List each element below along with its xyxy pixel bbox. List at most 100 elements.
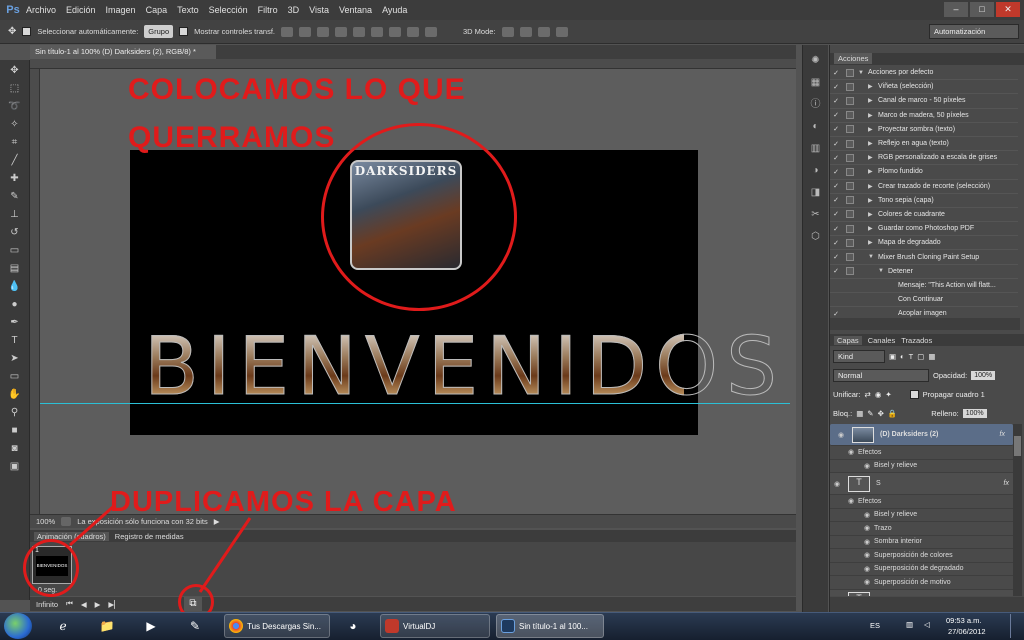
group-select[interactable]: Grupo bbox=[144, 25, 174, 38]
effects-row[interactable]: ◉ Efectos bbox=[830, 495, 1013, 509]
lock-paint-icon[interactable]: ✎ bbox=[867, 409, 873, 418]
action-item[interactable]: Mensaje: "This Action will flatt... bbox=[830, 279, 1018, 293]
taskbar-chrome[interactable]: Tus Descargas Sin... bbox=[224, 614, 330, 638]
magic-wand-icon[interactable]: ✧ bbox=[4, 118, 26, 132]
effect-row[interactable]: ◉ Sombra interior bbox=[830, 536, 1013, 549]
menu-3d[interactable]: 3D bbox=[288, 5, 300, 15]
tab-measurement[interactable]: Registro de medidas bbox=[115, 532, 184, 541]
eye-icon[interactable]: ◉ bbox=[844, 448, 858, 456]
action-item[interactable]: ✓ ▶ Crear trazado de recorte (selección) bbox=[830, 180, 1018, 194]
lock-all-icon[interactable]: 🔒 bbox=[888, 409, 897, 418]
action-item[interactable]: ✓ ▶ Canal de marco - 50 píxeles bbox=[830, 94, 1018, 109]
minimize-button[interactable]: – bbox=[944, 2, 968, 17]
hand-icon[interactable]: ✋ bbox=[4, 388, 26, 402]
effect-row[interactable]: ◉ Bisel y relieve bbox=[830, 460, 1013, 473]
network-icon[interactable]: ▥ bbox=[906, 620, 913, 629]
menu-ayuda[interactable]: Ayuda bbox=[382, 5, 407, 15]
eye-icon[interactable]: ◉ bbox=[860, 551, 874, 559]
quick-mask-icon[interactable]: ◙ bbox=[4, 442, 26, 456]
info-panel-icon[interactable]: ⓘ bbox=[809, 99, 823, 111]
eye-icon[interactable]: ◉ bbox=[834, 431, 848, 439]
eye-icon[interactable]: ◉ bbox=[860, 578, 874, 586]
paint-icon[interactable]: ✎ bbox=[180, 615, 210, 637]
color-swatch-icon[interactable]: ■ bbox=[4, 424, 26, 438]
layer-row[interactable]: ◉ (D) Darksiders (2) fx bbox=[830, 424, 1013, 446]
propagate-checkbox[interactable] bbox=[909, 390, 919, 399]
action-item[interactable]: ✓ ▶ Marco de madera, 50 píxeles bbox=[830, 109, 1018, 123]
marquee-icon[interactable]: ⬚ bbox=[4, 82, 26, 96]
unify-position-icon[interactable]: ⇄ bbox=[865, 390, 871, 399]
effects-row[interactable]: ◉ Efectos bbox=[830, 446, 1013, 460]
prev-frame-icon[interactable]: ◀ bbox=[81, 600, 87, 609]
align-middle-icon[interactable] bbox=[299, 26, 311, 37]
scrollbar-thumb[interactable] bbox=[1014, 436, 1021, 456]
shape-icon[interactable]: ▭ bbox=[4, 370, 26, 384]
distribute-3-icon[interactable] bbox=[425, 26, 437, 37]
next-frame-icon[interactable]: ▶▏ bbox=[108, 600, 120, 609]
stamp-icon[interactable]: ⊥ bbox=[4, 208, 26, 222]
crop-icon[interactable]: ⌗ bbox=[4, 136, 26, 150]
gradient-icon[interactable]: ▤ bbox=[4, 262, 26, 276]
menu-ventana[interactable]: Ventana bbox=[339, 5, 372, 15]
info-icon[interactable] bbox=[61, 517, 72, 526]
effect-row[interactable]: ◉ Trazo bbox=[830, 522, 1013, 536]
align-bottom-icon[interactable] bbox=[317, 26, 329, 37]
folder-icon[interactable]: 📁 bbox=[92, 615, 122, 637]
action-item[interactable]: ✓ ▶ Colores de cuadrante bbox=[830, 208, 1018, 223]
tools-preset-icon[interactable]: ✂ bbox=[809, 209, 823, 221]
show-desktop-button[interactable] bbox=[1010, 614, 1022, 638]
roll-3d-icon[interactable] bbox=[519, 26, 532, 37]
auto-select-checkbox[interactable] bbox=[22, 27, 32, 36]
effect-row[interactable]: ◉ Superposición de colores bbox=[830, 549, 1013, 563]
fx-icon[interactable]: fx bbox=[1000, 431, 1005, 438]
vertical-ruler[interactable] bbox=[30, 69, 40, 514]
tab-channels[interactable]: Canales bbox=[868, 336, 896, 345]
menu-texto[interactable]: Texto bbox=[177, 5, 199, 15]
cube-icon[interactable]: ⬡ bbox=[809, 231, 823, 243]
menu-seleccion[interactable]: Selección bbox=[209, 5, 248, 15]
menu-edicion[interactable]: Edición bbox=[66, 5, 96, 15]
adjustments-icon[interactable]: ◨ bbox=[809, 187, 823, 199]
action-item[interactable]: ✓ ▶ Plomo fundido bbox=[830, 165, 1018, 180]
histogram-icon[interactable]: ▦ bbox=[809, 77, 823, 89]
menu-archivo[interactable]: Archivo bbox=[26, 5, 56, 15]
tab-actions[interactable]: Acciones bbox=[834, 53, 873, 64]
action-item[interactable]: ✓ ▶ RGB personalizado a escala de grises bbox=[830, 151, 1018, 166]
play-icon[interactable]: ▶ bbox=[95, 600, 101, 609]
zoom-icon[interactable]: ⚲ bbox=[4, 406, 26, 420]
menu-imagen[interactable]: Imagen bbox=[106, 5, 136, 15]
action-item[interactable]: ✓ ▶ Viñeta (selección) bbox=[830, 80, 1018, 95]
screen-mode-icon[interactable]: ▣ bbox=[4, 460, 26, 474]
distribute-2-icon[interactable] bbox=[407, 26, 419, 37]
type-icon[interactable]: T bbox=[4, 334, 26, 348]
tab-paths[interactable]: Trazados bbox=[901, 336, 932, 345]
eye-icon[interactable]: ◉ bbox=[860, 462, 874, 470]
opacity-input[interactable]: 100% bbox=[971, 371, 996, 380]
bienvenidos-text-layer[interactable]: BIENVENIDOS bbox=[144, 320, 778, 414]
eye-icon[interactable]: ◉ bbox=[830, 480, 844, 488]
filter-shape-icon[interactable]: ▢ bbox=[917, 352, 924, 361]
unify-style-icon[interactable]: ✦ bbox=[885, 390, 891, 399]
menu-capa[interactable]: Capa bbox=[146, 5, 168, 15]
volume-icon[interactable]: ◁ bbox=[924, 620, 930, 629]
action-item[interactable]: ✓ ▼ Mixer Brush Cloning Paint Setup bbox=[830, 250, 1018, 265]
menu-filtro[interactable]: Filtro bbox=[258, 5, 278, 15]
kind-select[interactable]: Kind bbox=[833, 350, 885, 363]
start-button[interactable] bbox=[4, 613, 32, 639]
language-indicator[interactable]: ES bbox=[870, 621, 880, 630]
pen-icon[interactable]: ✒ bbox=[4, 316, 26, 330]
close-button[interactable]: ✕ bbox=[996, 2, 1020, 17]
action-item[interactable]: Con Continuar bbox=[830, 293, 1018, 308]
eye-icon[interactable]: ◉ bbox=[844, 497, 858, 505]
maximize-button[interactable]: □ bbox=[970, 2, 994, 17]
eye-icon[interactable]: ◉ bbox=[860, 511, 874, 519]
clock-date[interactable]: 27/06/2012 bbox=[948, 627, 986, 636]
menu-vista[interactable]: Vista bbox=[309, 5, 329, 15]
align-top-icon[interactable] bbox=[281, 26, 293, 37]
fx-icon[interactable]: fx bbox=[1004, 480, 1009, 487]
move-icon[interactable]: ✥ bbox=[4, 64, 26, 78]
show-transform-checkbox[interactable] bbox=[179, 27, 189, 36]
pan-3d-icon[interactable] bbox=[537, 26, 550, 37]
eyedropper-icon[interactable]: ╱ bbox=[4, 154, 26, 168]
action-item[interactable]: ✓ ▶ Guardar como Photoshop PDF bbox=[830, 222, 1018, 237]
